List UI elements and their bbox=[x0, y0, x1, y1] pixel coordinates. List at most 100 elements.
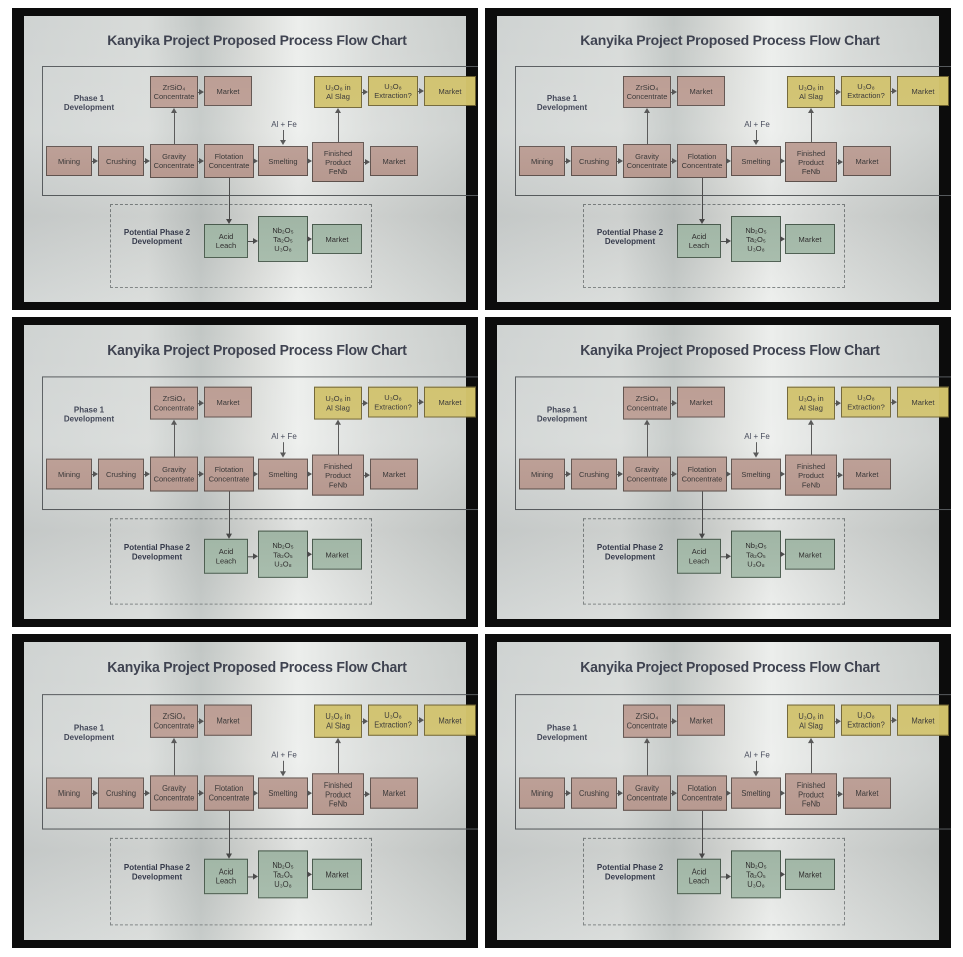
box-u3o8-slag: U₃O₈ in Al Slag bbox=[314, 76, 362, 108]
flow-arrow-line bbox=[229, 810, 230, 855]
panel-4: Kanyika Project Proposed Process Flow Ch… bbox=[485, 317, 951, 627]
flow-arrow-line bbox=[702, 810, 703, 855]
flow-arrowhead bbox=[253, 470, 258, 478]
flow-arrowhead bbox=[780, 871, 785, 878]
flow-arrow-line bbox=[338, 742, 339, 774]
box-gravity: Gravity Concentrate bbox=[150, 775, 198, 811]
box-u3o8-slag: U₃O₈ in Al Slag bbox=[314, 704, 362, 738]
box-market-p2: Market bbox=[785, 538, 835, 570]
slide-content: Kanyika Project Proposed Process Flow Ch… bbox=[24, 16, 478, 310]
flow-arrowhead bbox=[644, 108, 650, 113]
box-gravity: Gravity Concentrate bbox=[623, 456, 671, 492]
phase1-label: Phase 1 Development bbox=[63, 405, 115, 424]
flow-arrowhead bbox=[618, 789, 623, 797]
flow-arrow-line bbox=[811, 423, 812, 455]
phase2-label: Potential Phase 2 Development bbox=[123, 542, 191, 562]
panel-6: Kanyika Project Proposed Process Flow Ch… bbox=[485, 634, 951, 948]
projection-screen: Kanyika Project Proposed Process Flow Ch… bbox=[497, 325, 951, 619]
chart-title: Kanyika Project Proposed Process Flow Ch… bbox=[107, 32, 407, 48]
box-market-zr: Market bbox=[677, 386, 725, 418]
box-market-zr: Market bbox=[204, 386, 252, 418]
flow-arrowhead bbox=[672, 470, 677, 478]
box-finished: Finished Product FeNb bbox=[785, 454, 837, 496]
additive-arrowhead bbox=[280, 140, 286, 145]
flow-arrowhead bbox=[672, 400, 677, 407]
flow-arrow-line bbox=[811, 742, 812, 774]
box-u3o8-slag: U₃O₈ in Al Slag bbox=[787, 76, 835, 108]
flow-arrowhead bbox=[199, 89, 204, 95]
box-flotation: Flotation Concentrate bbox=[204, 456, 254, 492]
projection-screen: Kanyika Project Proposed Process Flow Ch… bbox=[24, 16, 478, 302]
flow-arrowhead bbox=[780, 236, 785, 242]
phase1-label: Phase 1 Development bbox=[63, 94, 115, 112]
box-market-u: Market bbox=[897, 704, 949, 736]
projection-screen: Kanyika Project Proposed Process Flow Ch… bbox=[497, 16, 951, 302]
flow-arrow-line bbox=[647, 423, 648, 457]
flow-arrow-line bbox=[702, 178, 703, 220]
box-crushing: Crushing bbox=[571, 458, 617, 490]
flow-arrowhead bbox=[808, 108, 814, 113]
flow-arrowhead bbox=[726, 470, 731, 478]
box-oxides: Nb₂O₅ Ta₂O₅ U₃O₈ bbox=[731, 216, 781, 262]
flow-arrowhead bbox=[199, 789, 204, 797]
box-gravity: Gravity Concentrate bbox=[623, 775, 671, 811]
slide-content: Kanyika Project Proposed Process Flow Ch… bbox=[497, 16, 951, 310]
box-market-p2: Market bbox=[785, 224, 835, 254]
slide-content: Kanyika Project Proposed Process Flow Ch… bbox=[497, 325, 951, 627]
panel-1: Kanyika Project Proposed Process Flow Ch… bbox=[12, 8, 478, 310]
flow-arrowhead bbox=[253, 789, 258, 797]
flow-arrowhead bbox=[307, 470, 312, 478]
flow-arrowhead bbox=[644, 737, 650, 744]
box-u3o8-slag: U₃O₈ in Al Slag bbox=[787, 704, 835, 738]
flow-arrowhead bbox=[363, 89, 368, 95]
phase1-label: Phase 1 Development bbox=[536, 94, 588, 112]
box-smelting: Smelting bbox=[258, 146, 308, 176]
box-oxides: Nb₂O₅ Ta₂O₅ U₃O₈ bbox=[258, 850, 308, 899]
box-mining: Mining bbox=[46, 146, 92, 176]
box-market-main: Market bbox=[370, 777, 418, 809]
flow-arrowhead bbox=[365, 472, 370, 479]
box-mining: Mining bbox=[46, 458, 92, 490]
flow-arrowhead bbox=[145, 470, 150, 478]
flow-arrowhead bbox=[780, 470, 785, 478]
panel-5: Kanyika Project Proposed Process Flow Ch… bbox=[12, 634, 478, 948]
flow-arrowhead bbox=[226, 533, 232, 539]
box-market-u: Market bbox=[897, 386, 949, 418]
phase1-label: Phase 1 Development bbox=[536, 405, 588, 424]
box-zrsio4: ZrSiO₄ Concentrate bbox=[150, 386, 198, 420]
flow-arrowhead bbox=[335, 108, 341, 113]
additive-arrowhead bbox=[753, 140, 759, 145]
flow-arrow-line bbox=[229, 178, 230, 220]
flow-arrowhead bbox=[618, 470, 623, 478]
flow-arrowhead bbox=[838, 791, 843, 798]
box-smelting: Smelting bbox=[258, 777, 308, 809]
box-flotation: Flotation Concentrate bbox=[204, 775, 254, 811]
chart-title: Kanyika Project Proposed Process Flow Ch… bbox=[107, 341, 407, 358]
box-crushing: Crushing bbox=[98, 777, 144, 809]
phase1-label: Phase 1 Development bbox=[536, 723, 588, 743]
phase1-label: Phase 1 Development bbox=[63, 723, 115, 743]
flow-arrowhead bbox=[672, 158, 677, 164]
flow-arrow-line bbox=[702, 491, 703, 535]
flow-arrow-line bbox=[811, 112, 812, 142]
box-acid-leach: Acid Leach bbox=[677, 538, 721, 574]
box-market-p2: Market bbox=[785, 858, 835, 890]
box-finished: Finished Product FeNb bbox=[312, 454, 364, 496]
box-flotation: Flotation Concentrate bbox=[204, 144, 254, 178]
box-zrsio4: ZrSiO₄ Concentrate bbox=[150, 76, 198, 108]
flow-arrow-line bbox=[338, 423, 339, 455]
flow-arrowhead bbox=[93, 470, 98, 478]
box-u3o8-extract: U₃O₈ Extraction? bbox=[368, 704, 418, 736]
additive-label: Al + Fe bbox=[744, 750, 770, 760]
box-zrsio4: ZrSiO₄ Concentrate bbox=[623, 704, 671, 738]
flow-arrowhead bbox=[307, 236, 312, 242]
phase2-label: Potential Phase 2 Development bbox=[596, 862, 664, 882]
flow-arrowhead bbox=[672, 718, 677, 725]
flow-arrowhead bbox=[892, 399, 897, 406]
flow-arrowhead bbox=[335, 737, 341, 744]
additive-arrowhead bbox=[753, 771, 759, 777]
box-u3o8-extract: U₃O₈ Extraction? bbox=[841, 76, 891, 106]
box-flotation: Flotation Concentrate bbox=[677, 775, 727, 811]
flow-arrowhead bbox=[365, 791, 370, 798]
flow-arrowhead bbox=[672, 789, 677, 797]
